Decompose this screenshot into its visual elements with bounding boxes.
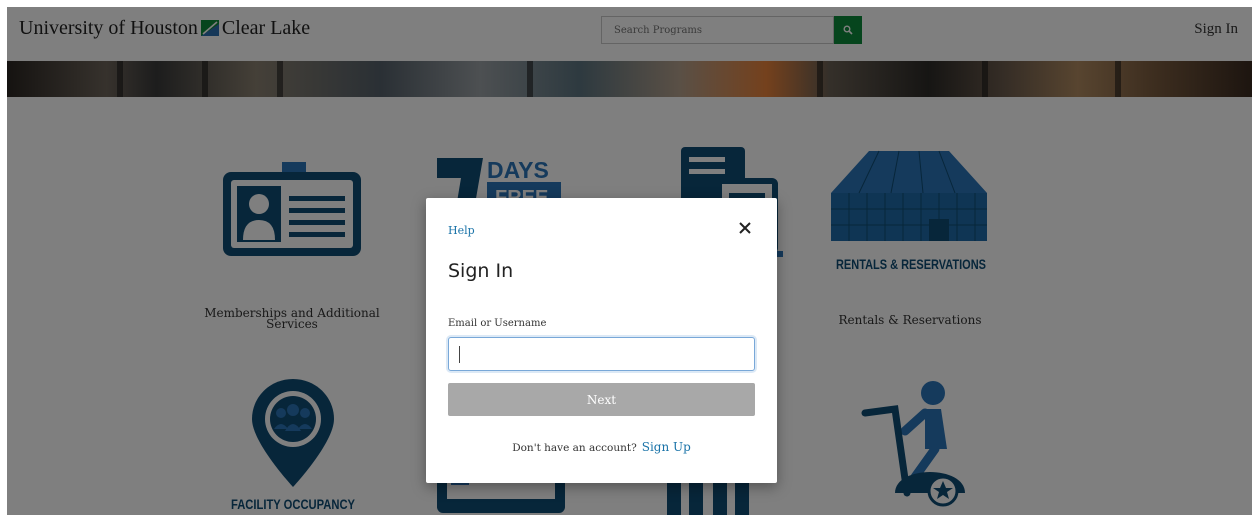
signup-prompt: Don't have an account? xyxy=(512,442,637,454)
email-label: Email or Username xyxy=(448,318,547,329)
help-link[interactable]: Help xyxy=(448,224,475,237)
close-button[interactable] xyxy=(737,220,753,236)
email-input[interactable] xyxy=(449,338,754,370)
sign-in-modal: Help Sign In Email or Username Next Don'… xyxy=(426,198,777,483)
signup-link[interactable]: Sign Up xyxy=(642,440,691,454)
next-button[interactable]: Next xyxy=(448,383,755,416)
signup-row: Don't have an account? Sign Up xyxy=(426,440,777,454)
email-input-wrapper xyxy=(448,337,755,371)
text-caret xyxy=(459,346,460,363)
modal-title: Sign In xyxy=(448,260,514,282)
close-icon xyxy=(739,222,751,234)
